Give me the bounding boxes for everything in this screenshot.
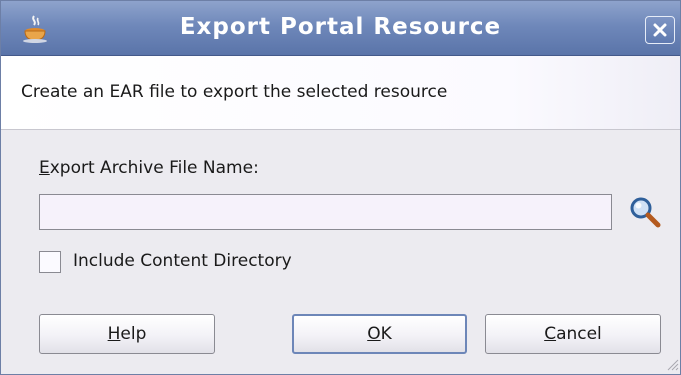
- close-icon: [653, 23, 667, 37]
- file-name-label-mnemonic: E: [39, 158, 50, 178]
- ok-button[interactable]: OK: [292, 314, 467, 354]
- search-icon[interactable]: [627, 194, 663, 230]
- resize-grip-icon[interactable]: [665, 357, 679, 371]
- archive-file-name-input[interactable]: [39, 194, 612, 230]
- include-content-label: Include Content Directory: [73, 251, 292, 271]
- help-button-mnemonic: H: [107, 324, 121, 344]
- title-bar[interactable]: Export Portal Resource: [1, 1, 680, 56]
- description-text: Create an EAR file to export the selecte…: [21, 82, 448, 102]
- ok-button-label: K: [380, 324, 392, 344]
- close-button[interactable]: [645, 16, 675, 44]
- cancel-button-mnemonic: C: [544, 324, 557, 344]
- ok-button-mnemonic: O: [367, 324, 381, 344]
- description-banner: Create an EAR file to export the selecte…: [1, 56, 680, 130]
- help-button[interactable]: Help: [39, 314, 215, 354]
- include-content-checkbox[interactable]: [39, 251, 61, 273]
- cancel-button[interactable]: Cancel: [485, 314, 661, 354]
- help-button-label: elp: [120, 324, 147, 344]
- cancel-button-label: ancel: [556, 324, 602, 344]
- export-portal-resource-dialog: Export Portal Resource Create an EAR fil…: [0, 0, 681, 375]
- window-title: Export Portal Resource: [179, 14, 502, 40]
- file-name-label: Export Archive File Name:: [39, 158, 259, 178]
- file-name-label-text: xport Archive File Name:: [49, 158, 259, 178]
